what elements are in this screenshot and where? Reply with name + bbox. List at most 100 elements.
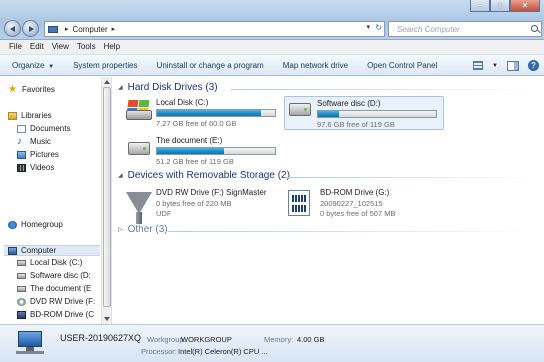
nav-music[interactable]: ♪ Music <box>17 135 51 147</box>
open-control-panel-button[interactable]: Open Control Panel <box>367 61 437 70</box>
close-button[interactable]: ✕ <box>510 0 540 12</box>
menu-file[interactable]: File <box>6 40 27 54</box>
menu-edit[interactable]: Edit <box>27 40 49 54</box>
videos-icon <box>17 163 26 172</box>
nav-bd-drive[interactable]: BD-ROM Drive (C <box>17 310 94 319</box>
windows-drive-icon <box>17 259 26 266</box>
drive-name: The document (E:) <box>156 136 223 145</box>
memory-value: 4.00 GB <box>297 335 325 344</box>
navigation-pane: ★ Favorites Libraries Documents ♪ Music … <box>0 77 112 324</box>
logo-quadrant <box>138 100 150 107</box>
group-removable-storage[interactable]: ◢ Devices with Removable Storage (2) <box>118 170 290 181</box>
nav-label: Videos <box>30 163 55 172</box>
window-controls: – □ ✕ <box>470 0 540 12</box>
content-pane: ◢ Hard Disk Drives (3) Local Disk (C:) 7… <box>113 77 544 324</box>
view-controls: ▼ ? <box>473 60 539 71</box>
logo-quadrant <box>127 100 139 107</box>
group-divider <box>231 89 536 90</box>
nav-pictures[interactable]: Pictures <box>17 150 59 159</box>
uninstall-program-button[interactable]: Uninstall or change a program <box>157 61 264 70</box>
dvd-drive-icon <box>17 297 26 306</box>
nav-scrollbar[interactable] <box>101 77 111 324</box>
dvd-funnel <box>126 192 152 214</box>
details-pane: USER-20190627XQ Workgroup: WORKGROUP Mem… <box>0 324 544 362</box>
group-hard-disk[interactable]: ◢ Hard Disk Drives (3) <box>118 82 218 93</box>
organize-button[interactable]: Organize ▼ <box>12 61 54 70</box>
chevron-down-icon: ▼ <box>46 63 55 70</box>
nav-videos[interactable]: Videos <box>17 163 54 172</box>
chevron-down-icon[interactable]: ▼ <box>492 63 498 69</box>
breadcrumb-arrow-icon[interactable]: ▸ <box>112 25 116 33</box>
drive-tile[interactable]: Local Disk (C:) 7.27 GB free of 60.0 GB <box>124 98 284 130</box>
drive-usage-fill <box>318 111 340 117</box>
group-other[interactable]: ▷ Other (3) <box>118 224 168 235</box>
computer-icon <box>8 246 17 255</box>
bd-drive-tile[interactable]: BD-ROM Drive (G:) 20090227_102515 0 byte… <box>288 188 438 228</box>
drive-usage-fill <box>157 110 261 116</box>
drive-free-space: 7.27 GB free of 60.0 GB <box>156 119 237 128</box>
drive-name: DVD RW Drive (F:) SignMaster <box>156 188 267 197</box>
map-network-drive-button[interactable]: Map network drive <box>283 61 348 70</box>
drive-name: BD-ROM Drive (G:) <box>320 188 390 197</box>
workgroup-value: WORKGROUP <box>181 335 232 344</box>
nav-local-disk[interactable]: Local Disk (C:) <box>17 258 82 267</box>
collapse-arrow-icon: ◢ <box>118 173 123 179</box>
address-dropdown-icon[interactable]: ▾ <box>366 23 370 31</box>
drive-free-space: 0 bytes free of 220 MB <box>156 199 232 208</box>
forward-button[interactable] <box>22 20 39 37</box>
nav-label: Computer <box>21 246 57 255</box>
address-bar[interactable]: ▸ Computer ▸ ▾ ↻ <box>44 21 385 37</box>
music-icon: ♪ <box>17 135 22 147</box>
computer-icon <box>16 331 46 355</box>
scroll-thumb[interactable] <box>103 87 111 307</box>
dvd-drive-tile[interactable]: DVD RW Drive (F:) SignMaster 0 bytes fre… <box>124 188 274 228</box>
hard-drive-icon <box>17 272 26 279</box>
minimize-button[interactable]: – <box>470 0 490 12</box>
drive-name: Software disc (D:) <box>317 99 381 108</box>
scroll-up-icon[interactable] <box>104 80 110 84</box>
search-input[interactable]: Search Computer <box>388 21 542 37</box>
nav-software-disc[interactable]: Software disc (D: <box>17 271 91 280</box>
dvd-stem <box>136 212 142 224</box>
nav-documents[interactable]: Documents <box>17 124 70 133</box>
drive-usage-fill <box>157 148 225 154</box>
search-icon[interactable] <box>531 25 538 32</box>
nav-dvd-drive[interactable]: DVD RW Drive (F: <box>17 297 95 306</box>
drive-tile[interactable]: The document (E:) 51.2 GB free of 119 GB <box>124 136 284 168</box>
command-bar: Organize ▼ System properties Uninstall o… <box>0 54 544 76</box>
back-button[interactable] <box>4 20 21 37</box>
preview-pane-icon[interactable] <box>507 60 519 71</box>
maximize-button[interactable]: □ <box>490 0 510 12</box>
nav-the-document[interactable]: The document (E <box>17 284 91 293</box>
nav-label: Pictures <box>30 150 59 159</box>
drive-free-space: 97.6 GB free of 119 GB <box>317 120 395 129</box>
documents-icon <box>17 124 26 133</box>
nav-label: Documents <box>30 124 71 133</box>
nav-favorites[interactable]: ★ Favorites <box>8 84 55 94</box>
bd-drive-icon <box>17 310 26 319</box>
breadcrumb-arrow-icon[interactable]: ▸ <box>65 25 69 33</box>
workgroup-label: Workgroup: <box>147 335 186 344</box>
drive-usage-bar <box>156 147 276 155</box>
nav-homegroup[interactable]: Homegroup <box>8 220 63 229</box>
refresh-icon[interactable]: ↻ <box>375 23 382 32</box>
menu-view[interactable]: View <box>49 40 74 54</box>
menu-help[interactable]: Help <box>101 40 125 54</box>
menu-tools[interactable]: Tools <box>74 40 101 54</box>
hard-drive-icon <box>128 142 150 155</box>
drive-tile-selected[interactable]: Software disc (D:) 97.6 GB free of 119 G… <box>284 96 444 130</box>
nav-libraries[interactable]: Libraries <box>8 111 52 120</box>
hard-drive-icon <box>289 103 311 116</box>
expand-arrow-icon: ▷ <box>118 227 123 233</box>
group-label: Other (3) <box>127 224 168 235</box>
organize-label: Organize <box>12 60 45 70</box>
nav-label: DVD RW Drive (F: <box>30 297 96 306</box>
system-properties-button[interactable]: System properties <box>73 61 137 70</box>
help-icon[interactable]: ? <box>528 60 539 71</box>
nav-computer[interactable]: Computer <box>4 245 100 256</box>
nav-label: Software disc (D: <box>30 271 91 280</box>
breadcrumb-computer[interactable]: Computer <box>73 25 108 34</box>
search-placeholder: Search Computer <box>397 25 460 34</box>
scroll-down-icon[interactable] <box>104 317 110 321</box>
change-view-icon[interactable] <box>473 61 484 70</box>
